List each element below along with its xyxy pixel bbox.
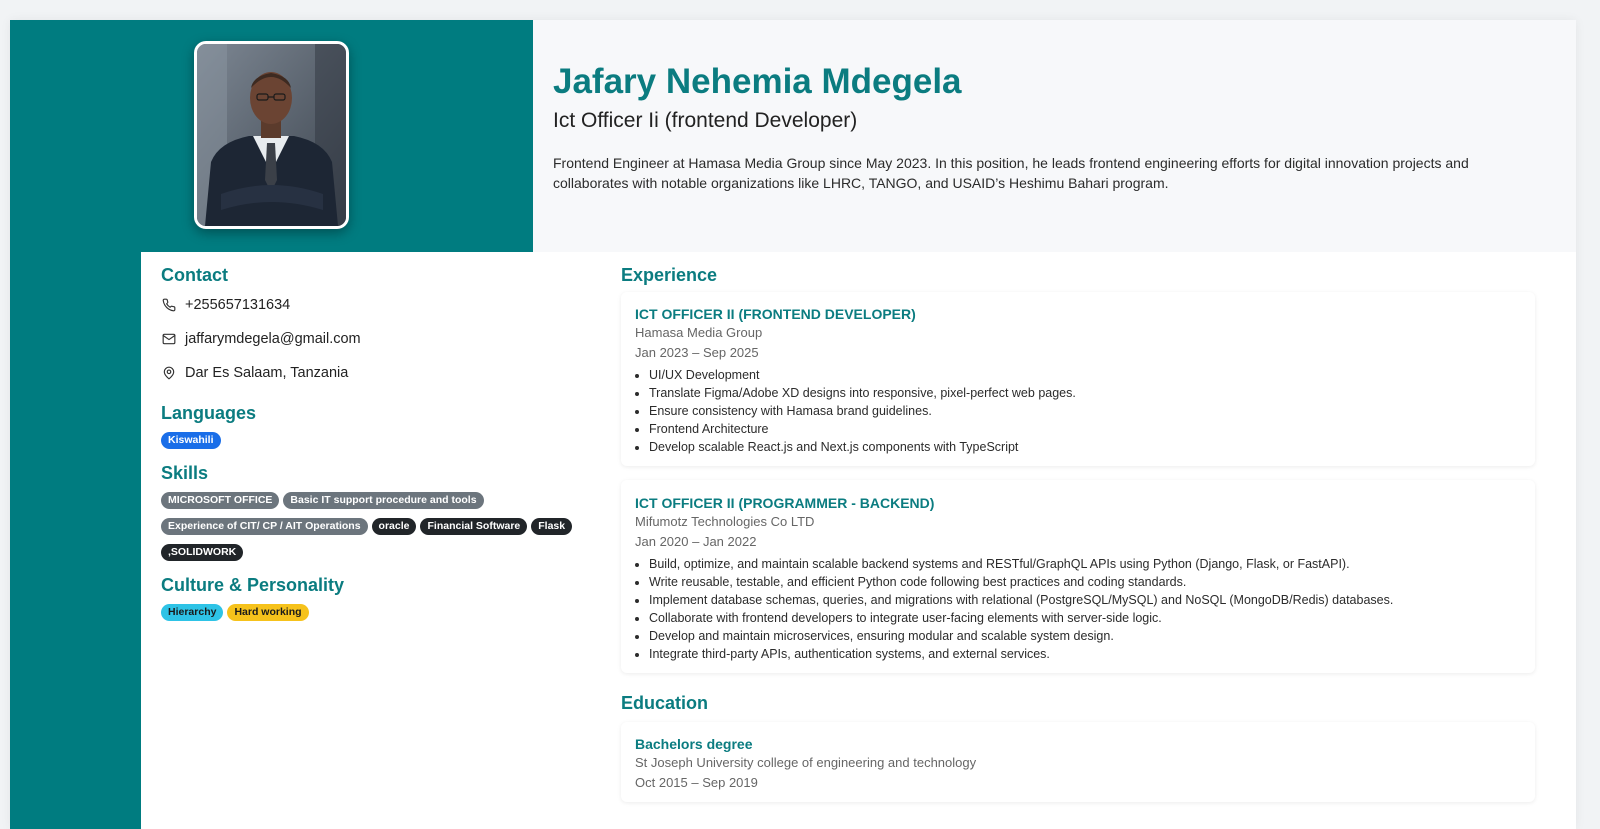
skill-pill: Financial Software [420, 518, 528, 535]
sidebar-column: Contact +255657131634 jaffarymdegela@gma… [161, 265, 601, 628]
map-pin-icon [162, 366, 176, 380]
list-item: Develop and maintain microservices, ensu… [649, 627, 1521, 645]
education-heading: Education [621, 693, 709, 713]
experience-card: ICT OFFICER II (PROGRAMMER - BACKEND) Mi… [621, 480, 1535, 673]
culture-pill: Hierarchy [161, 604, 224, 621]
skill-pill: MICROSOFT OFFICE [161, 492, 280, 509]
contact-email[interactable]: jaffarymdegela@gmail.com [161, 329, 601, 349]
degree-title: Bachelors degree [635, 736, 753, 752]
header-panel [533, 20, 1576, 252]
contact-phone[interactable]: +255657131634 [161, 295, 601, 315]
job-title: ICT OFFICER II (PROGRAMMER - BACKEND) [635, 495, 935, 511]
language-pill: Kiswahili [161, 432, 221, 449]
skill-pill: oracle [371, 518, 417, 535]
list-item: Translate Figma/Adobe XD designs into re… [649, 384, 1521, 402]
school-name: St Joseph University college of engineer… [635, 755, 977, 770]
skill-pill: Basic IT support procedure and tools [283, 492, 484, 509]
skills-heading: Skills [161, 463, 209, 483]
profile-summary: Frontend Engineer at Hamasa Media Group … [553, 155, 1469, 191]
languages-list: Kiswahili [161, 430, 591, 456]
job-bullets: Build, optimize, and maintain scalable b… [635, 555, 1521, 663]
experience-heading: Experience [621, 265, 718, 285]
mail-icon [162, 332, 176, 346]
job-dates: Jan 2020 – Jan 2022 [635, 534, 757, 549]
contact-email-text: jaffarymdegela@gmail.com [185, 331, 361, 347]
list-item: Ensure consistency with Hamasa brand gui… [649, 402, 1521, 420]
list-item: Write reusable, testable, and efficient … [649, 573, 1521, 591]
education-dates: Oct 2015 – Sep 2019 [635, 775, 758, 790]
skill-pill: Experience of CIT/ CP / AIT Operations [161, 518, 368, 535]
phone-icon [162, 298, 176, 312]
profile-title: Ict Officer Ii (frontend Developer) [553, 109, 858, 132]
culture-list: Hierarchy Hard working [161, 602, 591, 628]
list-item: Develop scalable React.js and Next.js co… [649, 438, 1521, 456]
culture-pill: Hard working [227, 604, 309, 621]
job-company: Mifumotz Technologies Co LTD [635, 514, 815, 529]
list-item: Build, optimize, and maintain scalable b… [649, 555, 1521, 573]
skill-pill: Flask [531, 518, 573, 535]
list-item: Integrate third-party APIs, authenticati… [649, 645, 1521, 663]
job-dates: Jan 2023 – Sep 2025 [635, 345, 759, 360]
job-company: Hamasa Media Group [635, 325, 763, 340]
main-column: Experience ICT OFFICER II (FRONTEND DEVE… [621, 265, 1535, 802]
profile-name: Jafary Nehemia Mdegela [553, 62, 962, 101]
portrait-illustration [197, 44, 346, 226]
experience-card: ICT OFFICER II (FRONTEND DEVELOPER) Hama… [621, 292, 1535, 466]
list-item: Collaborate with frontend developers to … [649, 609, 1521, 627]
skills-list: MICROSOFT OFFICE Basic IT support procedu… [161, 490, 591, 568]
contact-phone-text: +255657131634 [185, 297, 291, 313]
contact-location: Dar Es Salaam, Tanzania [161, 363, 601, 383]
job-title: ICT OFFICER II (FRONTEND DEVELOPER) [635, 306, 916, 322]
contact-heading: Contact [161, 265, 228, 285]
list-item: Implement database schemas, queries, and… [649, 591, 1521, 609]
skill-pill: ,SOLIDWORK [161, 544, 244, 561]
languages-heading: Languages [161, 403, 257, 423]
resume-page: Jafary Nehemia Mdegela Ict Officer Ii (f… [10, 20, 1576, 829]
culture-heading: Culture & Personality [161, 575, 345, 595]
contact-location-text: Dar Es Salaam, Tanzania [185, 365, 349, 381]
job-bullets: UI/UX Development Translate Figma/Adobe … [635, 366, 1521, 456]
education-card: Bachelors degree St Joseph University co… [621, 722, 1535, 802]
list-item: Frontend Architecture [649, 420, 1521, 438]
list-item: UI/UX Development [649, 366, 1521, 384]
profile-photo [194, 41, 349, 229]
